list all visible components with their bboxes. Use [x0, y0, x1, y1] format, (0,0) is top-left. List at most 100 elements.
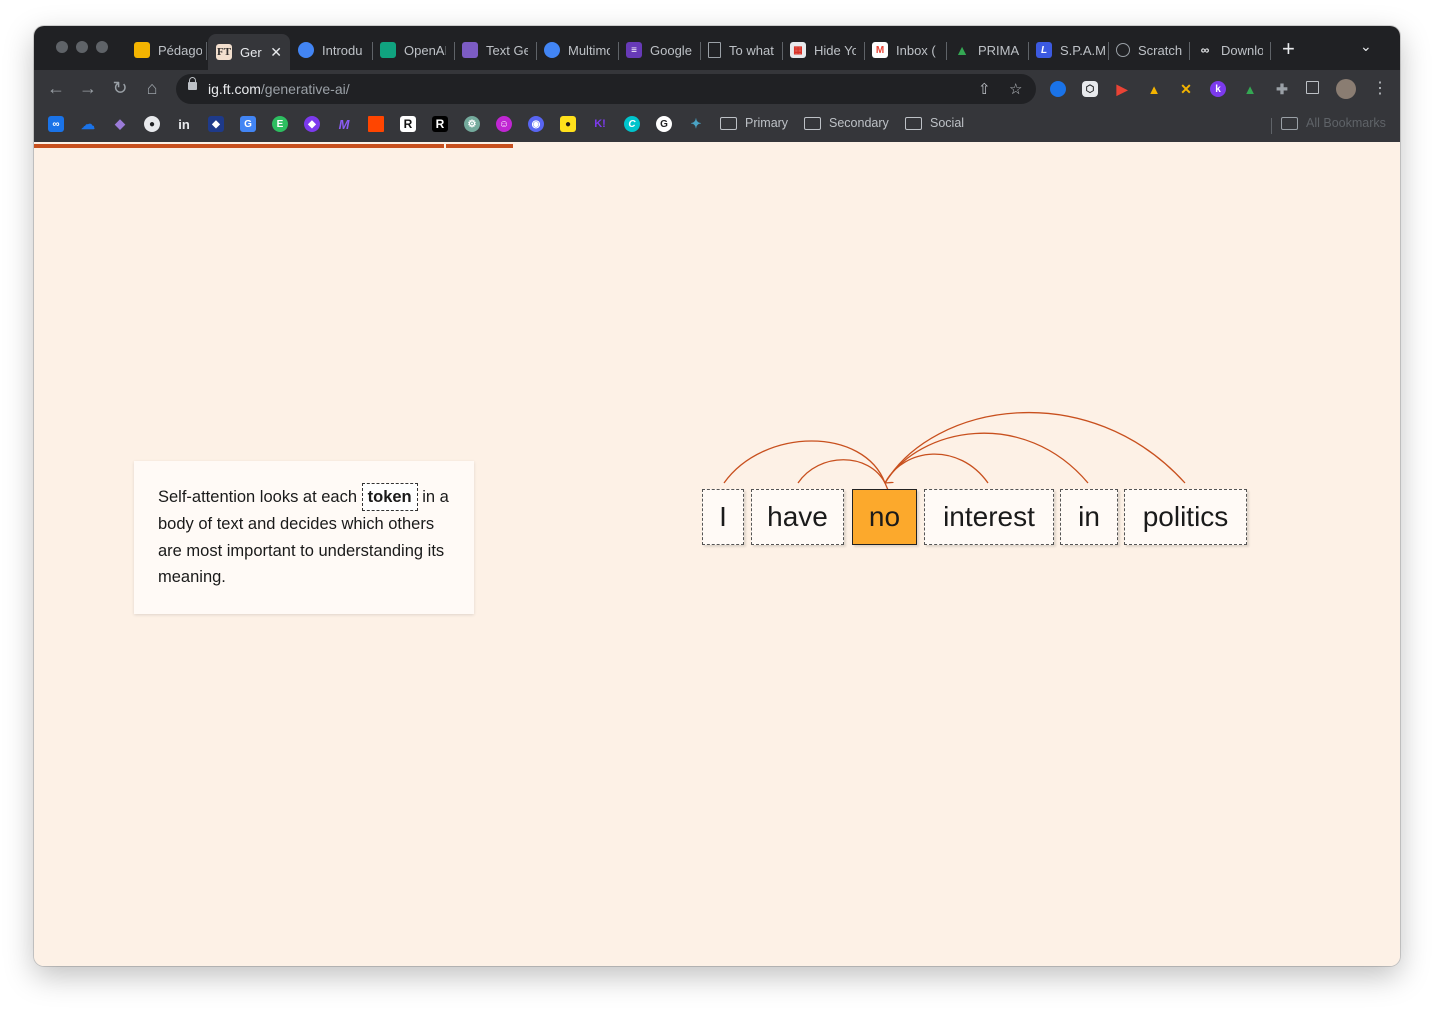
close-icon[interactable]: ✕ — [270, 44, 282, 61]
tab-ft-generative-ai[interactable]: FT Ger ✕ — [208, 34, 290, 70]
folder-label: Secondary — [829, 116, 889, 130]
sparkle-icon[interactable]: ✦ — [688, 116, 704, 132]
tab-text-generation[interactable]: Text Ge — [462, 34, 528, 66]
tab-spam[interactable]: L S.P.A.M — [1036, 34, 1106, 66]
folder-icon — [905, 116, 922, 130]
l-icon: L — [1036, 42, 1052, 58]
obsidian-icon[interactable]: ◆ — [112, 116, 128, 132]
github-icon[interactable]: ● — [144, 116, 160, 132]
tab-openai[interactable]: OpenAI — [380, 34, 446, 66]
tab-to-what[interactable]: To what — [708, 34, 774, 66]
chevron-down-icon[interactable]: ⌄ — [1360, 38, 1372, 55]
folder-icon — [720, 116, 737, 130]
back-arrow-icon[interactable]: ← — [45, 78, 67, 99]
translate-icon[interactable]: G — [240, 116, 256, 132]
google-drive-icon: ▲ — [955, 42, 969, 58]
more-menu-icon[interactable]: ⋮ — [1372, 78, 1388, 98]
lock-icon[interactable] — [188, 77, 197, 90]
tab-title: Ger — [240, 44, 262, 60]
tab-introduction[interactable]: Introdu — [298, 34, 364, 66]
new-tab-button[interactable]: + — [1282, 36, 1295, 62]
arc-interest-to-no — [884, 453, 989, 484]
tab-title: To what — [729, 42, 774, 58]
browser-toolbar: ← → ↻ ⌂ ig.ft.com/generative-ai/ ⇧ ☆ ⬡ ▶… — [34, 70, 1400, 108]
tab-pedago[interactable]: Pédago — [134, 34, 202, 66]
evernote-icon[interactable]: E — [272, 116, 288, 132]
tab-title: Scratch — [1138, 42, 1182, 58]
token-i[interactable]: I — [702, 489, 744, 545]
tab-title: Hide Yo — [814, 42, 856, 58]
puzzle-icon[interactable]: ✚ — [1274, 81, 1290, 97]
extension-k-icon[interactable]: k — [1210, 81, 1226, 97]
chatgpt-icon[interactable]: ⚙ — [464, 116, 480, 132]
grammarly-icon[interactable]: G — [656, 116, 672, 132]
forward-arrow-icon[interactable]: → — [77, 78, 99, 99]
extension-flask-icon[interactable]: ▲ — [1146, 81, 1162, 97]
url-path: /generative-ai/ — [260, 81, 350, 97]
r-icon[interactable]: R — [400, 116, 416, 132]
tab-title: Downlo — [1221, 42, 1263, 58]
minimize-window-button[interactable] — [76, 41, 88, 53]
bookmark-folder-social[interactable]: Social — [905, 116, 964, 130]
tab-title: Introdu — [322, 42, 363, 58]
bookmark-star-icon[interactable]: ☆ — [1009, 80, 1022, 98]
google-cloud-icon — [544, 42, 560, 58]
extension-cross-icon[interactable]: ✕ — [1178, 81, 1194, 97]
tab-title: Text Ge — [486, 42, 528, 58]
share-icon[interactable]: ⇧ — [978, 80, 991, 98]
page-content: Self-attention looks at each token in a … — [34, 142, 1400, 966]
mailchimp-icon[interactable]: ● — [560, 116, 576, 132]
token-in[interactable]: in — [1060, 489, 1118, 545]
tab-inbox[interactable]: M Inbox ( — [872, 34, 938, 66]
infinity-icon[interactable]: ∞ — [48, 116, 64, 132]
all-bookmarks-folder[interactable]: All Bookmarks — [1281, 116, 1386, 130]
bot-icon[interactable]: ☺ — [496, 116, 512, 132]
linkedin-icon[interactable]: in — [176, 116, 192, 132]
extension-hex-icon[interactable]: ⬡ — [1082, 81, 1098, 97]
token-interest[interactable]: interest — [924, 489, 1054, 545]
tab-hide-your[interactable]: ▦ Hide Yo — [790, 34, 856, 66]
tab-google-forms[interactable]: ≡ Google — [626, 34, 692, 66]
tab-title: S.P.A.M — [1060, 42, 1106, 58]
discord-icon[interactable]: ◉ — [528, 116, 544, 132]
square-icon[interactable] — [368, 116, 384, 132]
side-panel-icon[interactable] — [1306, 81, 1319, 94]
bookmarks-bar: ∞ ☁ ◆ ● in ◆ G E ◆ M R R ⚙ ☺ ◉ ● K! C G … — [34, 108, 1400, 143]
r-dark-icon[interactable]: R — [432, 116, 448, 132]
extension-drive-icon[interactable]: ▲ — [1242, 81, 1258, 97]
tab-primai[interactable]: ▲ PRIMAI — [954, 34, 1020, 66]
diamond-icon[interactable]: ◆ — [304, 116, 320, 132]
cloud-icon[interactable]: ☁ — [80, 116, 96, 132]
tab-multimodal[interactable]: Multimo — [544, 34, 610, 66]
maximize-window-button[interactable] — [96, 41, 108, 53]
tab-title: Google — [650, 42, 692, 58]
cube-icon[interactable]: ◆ — [208, 116, 224, 132]
folder-label: Primary — [745, 116, 789, 130]
address-bar[interactable]: ig.ft.com/generative-ai/ ⇧ ☆ — [176, 74, 1036, 104]
avatar[interactable] — [1336, 79, 1356, 99]
canva-icon[interactable]: C — [624, 116, 640, 132]
reload-icon[interactable]: ↻ — [109, 78, 131, 99]
openai-icon — [380, 42, 396, 58]
bookmark-folder-secondary[interactable]: Secondary — [804, 116, 889, 130]
tab-title: OpenAI — [404, 42, 446, 58]
token-politics[interactable]: politics — [1124, 489, 1247, 545]
forms-icon: ≡ — [626, 42, 642, 58]
home-icon[interactable]: ⌂ — [141, 78, 163, 99]
make-icon[interactable]: M — [336, 116, 352, 132]
extension-blue-dot-icon[interactable] — [1050, 81, 1066, 97]
close-window-button[interactable] — [56, 41, 68, 53]
tab-strip: Pédago FT Ger ✕ Introdu OpenAI Text Ge M… — [34, 26, 1400, 70]
kahoot-icon[interactable]: K! — [592, 116, 608, 132]
arc-politics-to-no — [885, 411, 1186, 483]
tab-download[interactable]: ∞ Downlo — [1197, 34, 1263, 66]
tab-scratch[interactable]: Scratch — [1116, 34, 1182, 66]
extension-record-icon[interactable]: ▶ — [1114, 81, 1130, 97]
url-text[interactable]: ig.ft.com/generative-ai/ — [208, 81, 350, 97]
token-have[interactable]: have — [751, 489, 844, 545]
folder-icon — [804, 116, 821, 130]
token-no-highlighted[interactable]: no — [852, 489, 917, 545]
bookmark-folder-primary[interactable]: Primary — [720, 116, 788, 130]
bookmark-divider — [1271, 118, 1272, 134]
tab-title: Multimo — [568, 42, 610, 58]
